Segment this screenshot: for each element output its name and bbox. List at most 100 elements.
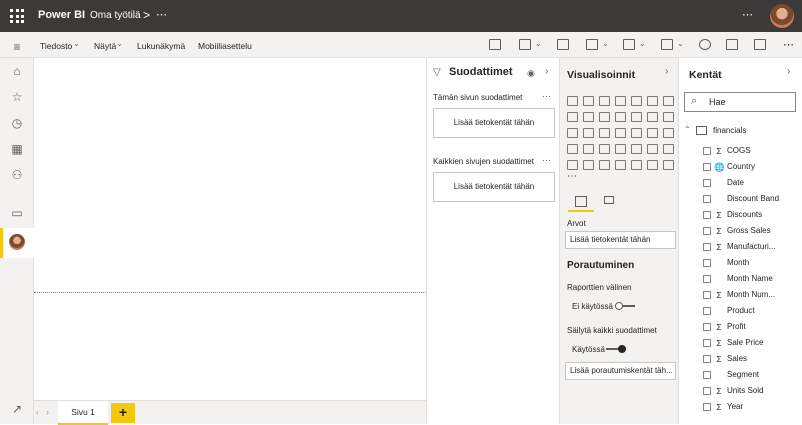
- table-icon[interactable]: [631, 144, 642, 154]
- table-name[interactable]: financials: [713, 126, 746, 135]
- search-box[interactable]: ⌕ Hae: [684, 92, 796, 112]
- hamburger-icon[interactable]: ≡: [10, 40, 24, 54]
- multi-row-card-icon[interactable]: [583, 144, 594, 154]
- drillthrough-well[interactable]: Lisää porautumiskentät täh...: [565, 362, 676, 380]
- more-options-button[interactable]: ⋯: [156, 8, 168, 21]
- field-checkbox[interactable]: [703, 371, 711, 379]
- stacked-area-chart-icon[interactable]: [583, 112, 594, 122]
- more-options-button[interactable]: ⋯: [542, 155, 551, 166]
- decomposition-tree-icon[interactable]: [599, 160, 610, 170]
- waterfall-chart-icon[interactable]: [647, 112, 658, 122]
- donut-chart-icon[interactable]: [583, 128, 594, 138]
- shapes-icon[interactable]: [586, 39, 598, 50]
- prev-page-icon[interactable]: ‹: [36, 407, 39, 417]
- buttons-icon[interactable]: [623, 39, 635, 50]
- field-checkbox[interactable]: [703, 339, 711, 347]
- recent-icon[interactable]: ◷: [10, 116, 24, 130]
- r-visual-icon[interactable]: [663, 144, 674, 154]
- field-checkbox[interactable]: [703, 403, 711, 411]
- eye-icon[interactable]: ◉: [527, 68, 535, 79]
- app-launcher-icon[interactable]: [10, 9, 24, 23]
- this-page-filter-well[interactable]: Lisää tietokentät tähän: [433, 108, 555, 138]
- gauge-icon[interactable]: [663, 128, 674, 138]
- collapse-filters-icon[interactable]: ›: [545, 66, 548, 77]
- field-checkbox[interactable]: [703, 387, 711, 395]
- 100-stacked-column-chart-icon[interactable]: [647, 96, 658, 106]
- field-checkbox[interactable]: [703, 243, 711, 251]
- fields-tab[interactable]: [568, 194, 594, 212]
- chevron-up-icon[interactable]: ⌃: [684, 125, 691, 134]
- field-checkbox[interactable]: [703, 147, 711, 155]
- field-checkbox[interactable]: [703, 259, 711, 267]
- field-checkbox[interactable]: [703, 179, 711, 187]
- apps-icon[interactable]: ▦: [10, 142, 24, 156]
- save-icon[interactable]: [754, 39, 766, 50]
- workspaces-icon[interactable]: ▭: [10, 206, 24, 220]
- refresh-icon[interactable]: [699, 39, 711, 50]
- matrix-icon[interactable]: [647, 144, 658, 154]
- collapse-viz-icon[interactable]: ›: [665, 66, 668, 77]
- menu-file[interactable]: Tiedosto: [40, 41, 72, 51]
- field-checkbox[interactable]: [703, 355, 711, 363]
- workspace-name[interactable]: Oma työtilä: [90, 10, 141, 21]
- menu-reading-view[interactable]: Lukunäkymä: [137, 41, 185, 51]
- user-avatar[interactable]: [770, 4, 794, 28]
- scatter-chart-icon[interactable]: [663, 112, 674, 122]
- ribbon-more-button[interactable]: ⋯: [783, 38, 794, 51]
- report-canvas[interactable]: [34, 58, 426, 400]
- search-input[interactable]: Hae: [709, 97, 726, 107]
- field-checkbox[interactable]: [703, 195, 711, 203]
- funnel-icon[interactable]: [647, 128, 658, 138]
- avatar[interactable]: [9, 234, 25, 250]
- field-checkbox[interactable]: [703, 163, 711, 171]
- python-visual-icon[interactable]: [567, 160, 578, 170]
- ribbon-chart-icon[interactable]: [631, 112, 642, 122]
- paginated-report-icon[interactable]: [647, 160, 658, 170]
- stacked-bar-chart-icon[interactable]: [567, 96, 578, 106]
- duplicate-icon[interactable]: [726, 39, 738, 50]
- field-checkbox[interactable]: [703, 275, 711, 283]
- menu-view[interactable]: Näytä: [94, 41, 116, 51]
- text-box-icon[interactable]: [557, 39, 569, 50]
- clustered-bar-chart-icon[interactable]: [599, 96, 610, 106]
- map-icon[interactable]: [615, 128, 626, 138]
- visual-interactions-icon[interactable]: [661, 39, 673, 50]
- field-checkbox[interactable]: [703, 211, 711, 219]
- qa-icon[interactable]: [615, 160, 626, 170]
- add-page-button[interactable]: +: [111, 403, 135, 423]
- field-checkbox[interactable]: [703, 323, 711, 331]
- expand-arrow-icon[interactable]: ↗: [10, 402, 24, 416]
- collapse-fields-icon[interactable]: ›: [787, 66, 790, 77]
- arcgis-map-icon[interactable]: [663, 160, 674, 170]
- home-icon[interactable]: ⌂: [10, 64, 24, 78]
- stacked-column-chart-icon[interactable]: [583, 96, 594, 106]
- favorites-icon[interactable]: ☆: [10, 90, 24, 104]
- card-icon[interactable]: [567, 144, 578, 154]
- line-stacked-column-chart-icon[interactable]: [615, 112, 626, 122]
- slicer-icon[interactable]: [615, 144, 626, 154]
- shared-icon[interactable]: ⚇: [10, 168, 24, 182]
- menu-mobile-layout[interactable]: Mobiiliasettelu: [198, 41, 252, 51]
- area-chart-icon[interactable]: [567, 112, 578, 122]
- line-column-chart-icon[interactable]: [599, 112, 610, 122]
- comment-icon[interactable]: [489, 39, 501, 50]
- clustered-column-chart-icon[interactable]: [615, 96, 626, 106]
- format-tab[interactable]: [600, 194, 620, 212]
- filled-map-icon[interactable]: [631, 128, 642, 138]
- page-tab[interactable]: Sivu 1: [58, 401, 108, 425]
- 100-stacked-bar-chart-icon[interactable]: [631, 96, 642, 106]
- key-influencers-icon[interactable]: [583, 160, 594, 170]
- export-icon[interactable]: [519, 39, 531, 50]
- line-chart-icon[interactable]: [663, 96, 674, 106]
- field-checkbox[interactable]: [703, 227, 711, 235]
- app-name[interactable]: Power BI: [38, 9, 85, 21]
- smart-narrative-icon[interactable]: [631, 160, 642, 170]
- more-visuals-button[interactable]: ⋯: [567, 171, 578, 182]
- settings-more-button[interactable]: ⋯: [742, 8, 754, 21]
- more-options-button[interactable]: ⋯: [542, 91, 551, 102]
- next-page-icon[interactable]: ›: [46, 407, 49, 417]
- cross-report-toggle[interactable]: [615, 302, 635, 310]
- treemap-icon[interactable]: [599, 128, 610, 138]
- all-pages-filter-well[interactable]: Lisää tietokentät tähän: [433, 172, 555, 202]
- field-checkbox[interactable]: [703, 307, 711, 315]
